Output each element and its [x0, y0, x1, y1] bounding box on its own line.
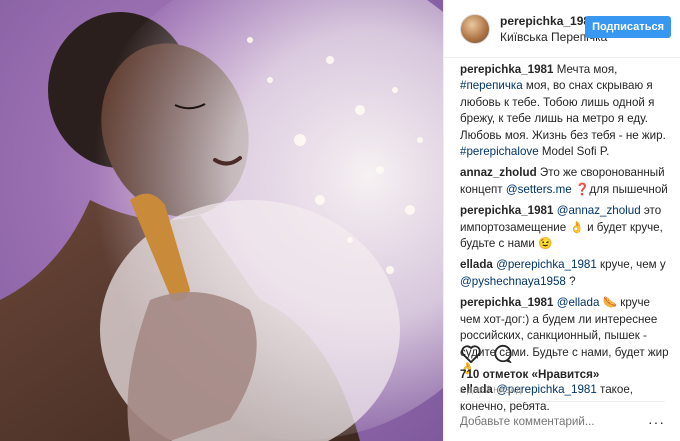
avatar[interactable]	[460, 13, 490, 44]
action-bar	[460, 344, 665, 366]
add-comment-input[interactable]	[460, 415, 614, 428]
instagram-post: perepichka_1981 Київська Перепічка Подпи…	[0, 0, 680, 441]
comment-username[interactable]: annaz_zholud	[460, 166, 540, 179]
comment: perepichka_1981 Мечта моя, #перепичка мо…	[460, 62, 670, 160]
comment: ellada @perepichka_1981 круче, чем у @py…	[460, 257, 670, 290]
post-sidebar: perepichka_1981 Київська Перепічка Подпи…	[443, 0, 680, 441]
comment-text: Мечта моя,	[556, 63, 618, 76]
comment-username[interactable]: perepichka_1981	[460, 204, 557, 217]
comment-link[interactable]: @perepichka_1981	[496, 258, 597, 271]
comment-username[interactable]: ellada	[460, 258, 496, 271]
comment-link[interactable]: @setters.me	[506, 183, 572, 196]
photo-illustration	[0, 0, 443, 441]
comment: annaz_zholud Это же своронованный концеп…	[460, 165, 670, 198]
follow-button[interactable]: Подписаться	[585, 16, 671, 38]
comment-link[interactable]: @pyshechnaya1958	[460, 275, 566, 288]
comment-text: ?	[565, 274, 576, 288]
comment-icon[interactable]	[492, 344, 514, 366]
comment-text: круче, чем у	[596, 258, 666, 272]
comment-username[interactable]: perepichka_1981	[460, 63, 557, 76]
comment-link[interactable]: @annaz_zholud	[557, 204, 641, 217]
comment: perepichka_1981 @annaz_zholud это импорт…	[460, 203, 670, 252]
more-options-icon[interactable]: ···	[648, 414, 665, 430]
post-time: 5 ДНЕЙ НАЗАД	[460, 386, 522, 395]
comment-text: ❓для пышечной	[571, 182, 668, 196]
comment-link[interactable]: #перепичка	[460, 79, 523, 92]
comment-text: Model Sofi P.	[538, 145, 610, 159]
comment-username[interactable]: perepichka_1981	[460, 296, 557, 309]
post-photo[interactable]	[0, 0, 443, 441]
likes-count[interactable]: 710 отметок «Нравится»	[460, 368, 599, 381]
comment-link[interactable]: @ellada	[557, 296, 600, 309]
comments-list: perepichka_1981 Мечта моя, #перепичка мо…	[460, 62, 670, 420]
comment-link[interactable]: #perepichalove	[460, 145, 539, 158]
add-comment-bar: ···	[460, 401, 665, 441]
heart-icon[interactable]	[460, 344, 482, 366]
post-header: perepichka_1981 Київська Перепічка Подпи…	[444, 0, 680, 58]
